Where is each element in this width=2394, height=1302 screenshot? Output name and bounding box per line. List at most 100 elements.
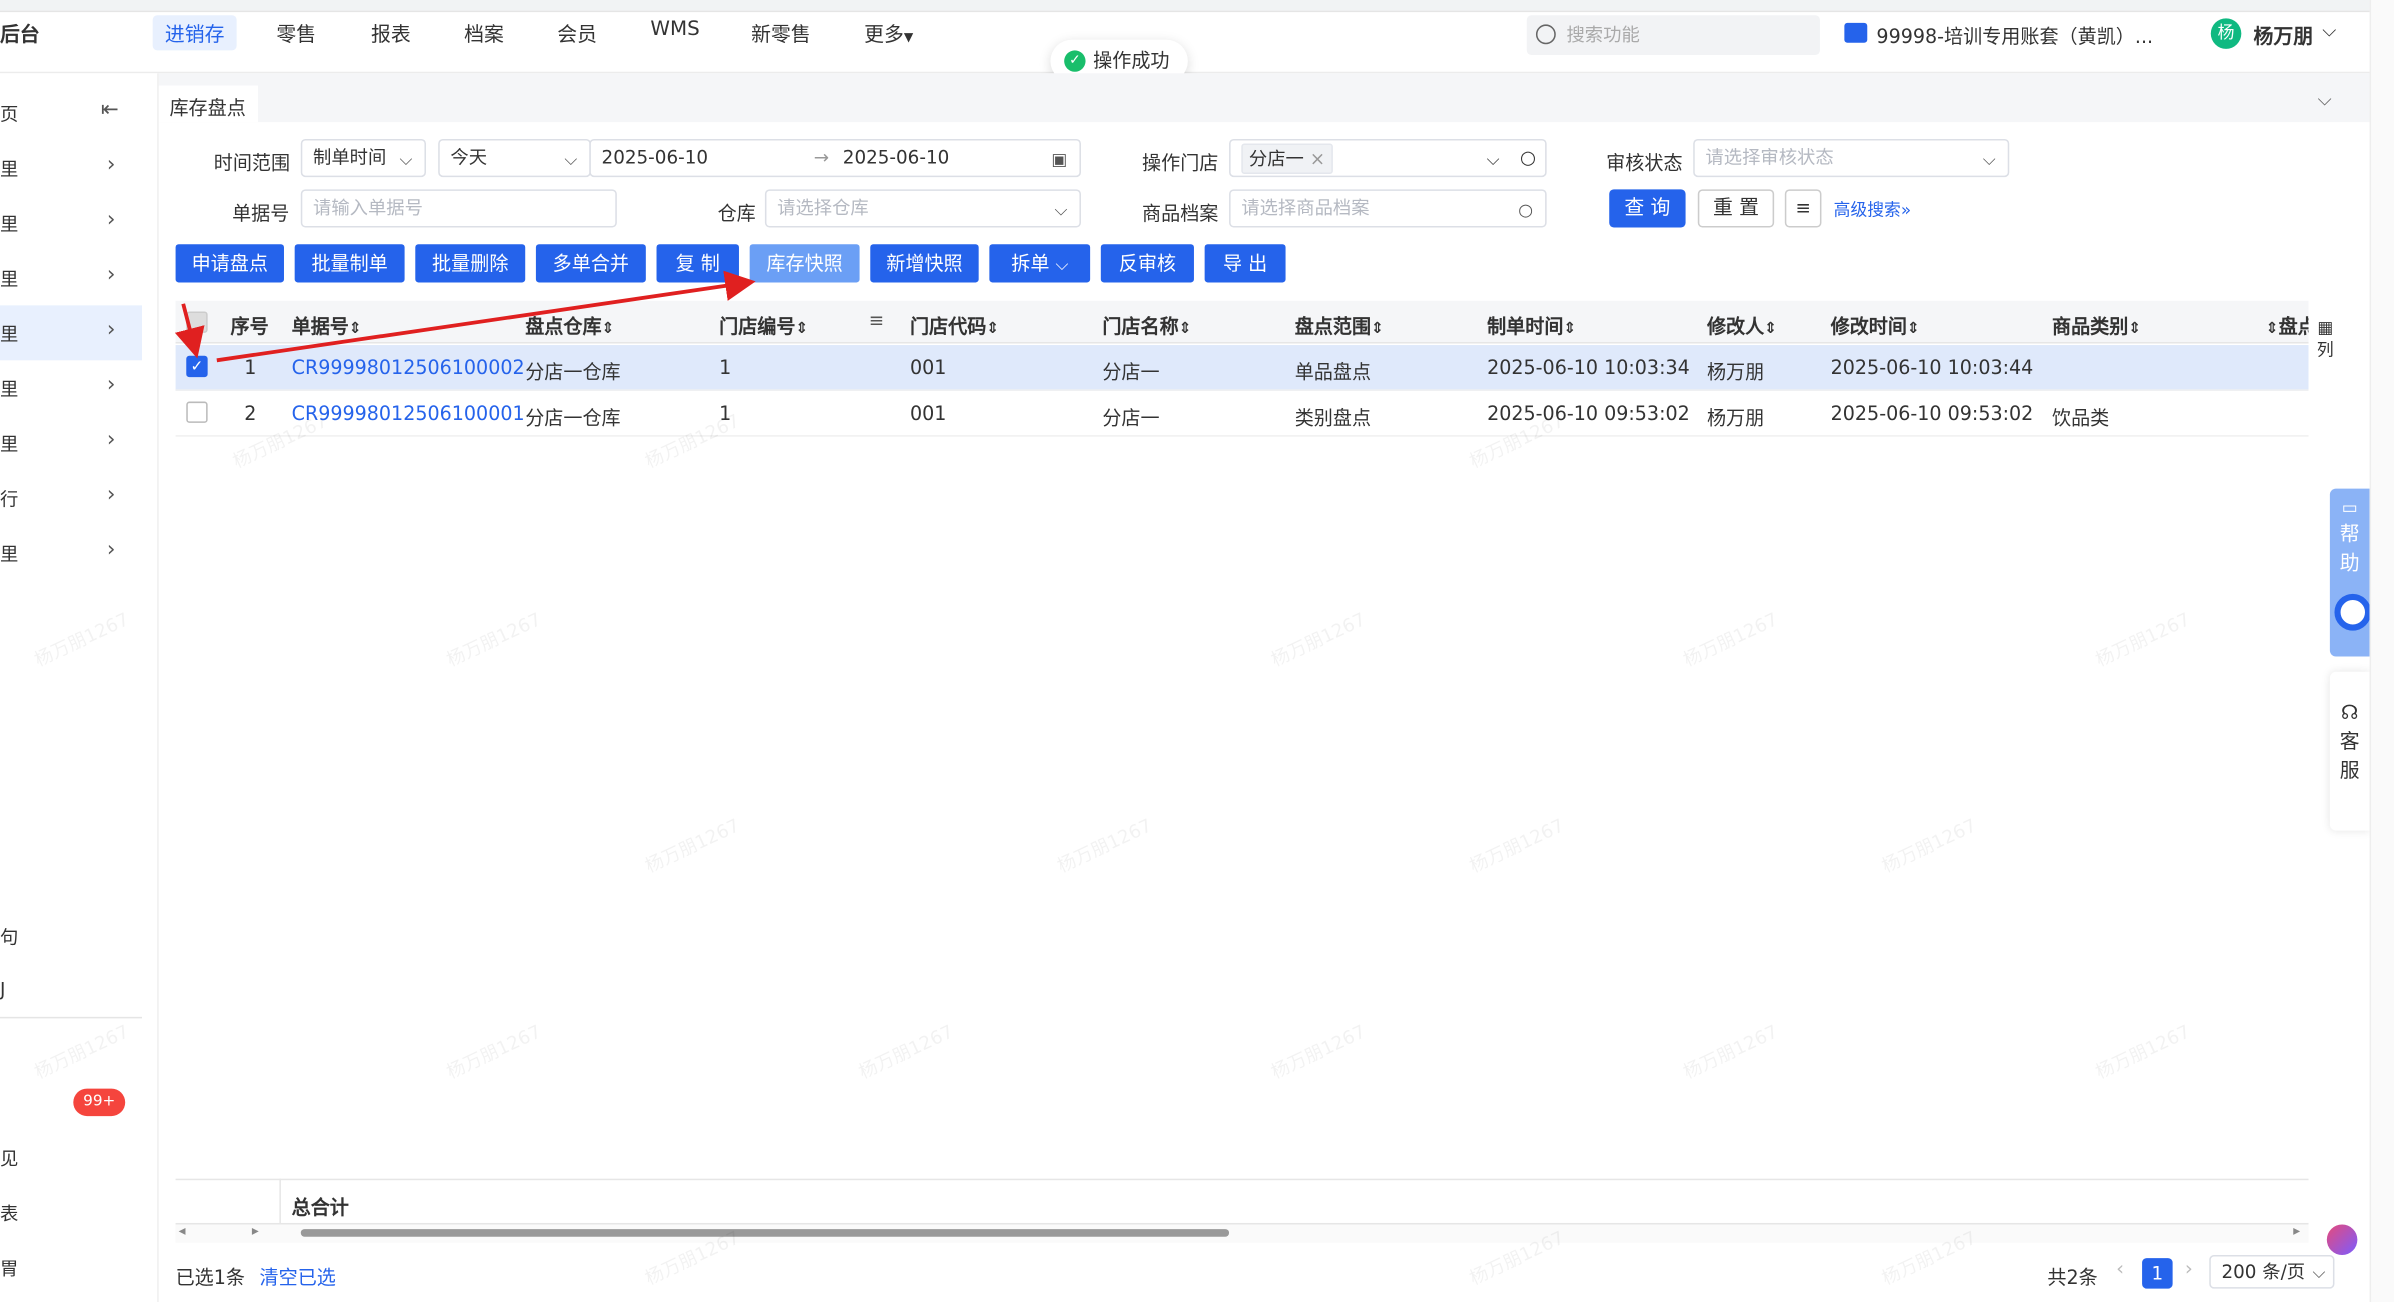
sidebar-item-1[interactable]: 里 › <box>0 140 142 195</box>
chevron-down-icon[interactable]: ⌵ <box>2322 20 2336 43</box>
account-selector[interactable]: 99998-培训专用账套（黄凯）... <box>1876 20 2153 49</box>
sidebar-lower-item[interactable]: 表 <box>0 1200 18 1226</box>
merge-orders-button[interactable]: 多单合并 <box>535 244 646 283</box>
reverse-audit-button[interactable]: 反审核 <box>1100 244 1194 283</box>
col-created-time[interactable]: 制单时间⇕ <box>1487 310 1576 339</box>
row-checkbox[interactable]: ✓ <box>186 355 208 378</box>
sort-icon: ⇕ <box>348 320 362 338</box>
nav-reports[interactable]: 报表 <box>359 15 423 50</box>
sidebar-item-home[interactable]: 页 ⇤ <box>0 86 142 141</box>
table-header <box>175 300 2309 344</box>
nav-archive[interactable]: 档案 <box>452 15 516 50</box>
scroll-left-icon[interactable]: ◂ <box>179 1224 186 1239</box>
chevron-down-icon[interactable]: ⌵ <box>2318 89 2332 112</box>
goods-select[interactable]: 请选择商品档案 ○ <box>1229 189 1547 228</box>
quick-date-select[interactable]: 今天 ⌵ <box>438 138 591 178</box>
next-page-icon[interactable]: › <box>2185 1258 2193 1281</box>
advanced-search-link[interactable]: 高级搜索» <box>1834 197 1911 221</box>
doc-no-input[interactable]: 请输入单据号 <box>300 189 617 228</box>
warehouse-select[interactable]: 请选择仓库 ⌵ <box>764 189 1081 228</box>
scroll-right-icon[interactable]: ▸ <box>2293 1224 2300 1239</box>
function-search-input[interactable]: 搜索功能 <box>1526 15 1820 55</box>
chevron-down-icon: ⌵ <box>1486 149 1500 170</box>
sidebar-item-7[interactable]: 行 › <box>0 470 142 525</box>
page-scrollbar[interactable] <box>2369 0 2394 1302</box>
sidebar-item-6[interactable]: 里 › <box>0 415 142 470</box>
nav-retail[interactable]: 零售 <box>264 15 328 50</box>
store-select[interactable]: 分店一 × ⌵ ○ <box>1229 138 1547 178</box>
col-modified-time[interactable]: 修改时间⇕ <box>1831 310 1920 339</box>
sidebar-item-2[interactable]: 里 › <box>0 195 142 250</box>
clear-selection-link[interactable]: 清空已选 <box>260 1261 336 1290</box>
nav-member[interactable]: 会员 <box>545 15 609 50</box>
page-size-select[interactable]: 200 条/页 ⌵ <box>2209 1255 2335 1289</box>
cell-store-name: 分店一 <box>1102 360 1160 384</box>
export-button[interactable]: 导 出 <box>1204 244 1286 283</box>
sidebar-lower-item[interactable]: J <box>0 979 5 1000</box>
toast-text: 操作成功 <box>1093 48 1170 72</box>
nav-jinxiaocun[interactable]: 进销存 <box>152 15 237 51</box>
sidebar-lower-item[interactable]: 胃 <box>0 1255 18 1281</box>
page-number-current[interactable]: 1 <box>2142 1258 2173 1289</box>
reset-button[interactable]: 重 置 <box>1697 189 1775 228</box>
col-check[interactable]: ⇕盘点 <box>2266 310 2309 339</box>
sidebar-lower-item[interactable]: 句 <box>0 924 18 950</box>
column-settings[interactable]: ▦ 列 <box>2315 316 2336 362</box>
col-warehouse[interactable]: 盘点仓库⇕ <box>525 310 614 339</box>
collapse-sidebar-icon[interactable]: ⇤ <box>101 98 119 122</box>
add-snapshot-button[interactable]: 新增快照 <box>870 244 979 283</box>
nav-more[interactable]: 更多▼ <box>852 15 926 50</box>
tab-inventory-check[interactable]: 库存盘点 <box>158 85 259 123</box>
ai-assistant-icon[interactable] <box>2326 1224 2358 1256</box>
scrollbar-thumb[interactable] <box>300 1229 1230 1237</box>
col-category[interactable]: 商品类别⇕ <box>2052 310 2141 339</box>
nav-wms[interactable]: WMS <box>638 15 712 44</box>
help-panel[interactable]: ▭ 帮 助 <box>2329 488 2370 657</box>
batch-delete-button[interactable]: 批量删除 <box>415 244 526 283</box>
sidebar-item-4[interactable]: 里 › <box>0 305 142 361</box>
notification-badge[interactable]: 99+ <box>73 1088 126 1117</box>
user-name[interactable]: 杨万朋 <box>2254 20 2314 49</box>
audit-status-select[interactable]: 请选择审核状态 ⌵ <box>1693 138 2010 178</box>
list-settings-icon[interactable]: ≡ <box>1784 189 1822 228</box>
date-range-picker[interactable]: 2025-06-10 → 2025-06-10 ▣ <box>589 138 1081 178</box>
sidebar-item-3[interactable]: 里 › <box>0 250 142 305</box>
cell-warehouse: 分店一仓库 <box>525 406 621 430</box>
row-checkbox[interactable] <box>186 401 208 423</box>
batch-create-button[interactable]: 批量制单 <box>294 244 405 283</box>
copy-button[interactable]: 复 制 <box>656 244 739 283</box>
col-store-name[interactable]: 门店名称⇕ <box>1102 310 1191 339</box>
col-store-code[interactable]: 门店代码⇕ <box>910 310 999 339</box>
col-scope[interactable]: 盘点范围⇕ <box>1295 310 1384 339</box>
store-label: 操作门店 <box>1142 151 1219 175</box>
close-icon[interactable]: × <box>1310 148 1325 169</box>
avatar[interactable]: 杨 <box>2210 18 2242 49</box>
apply-check-button[interactable]: 申请盘点 <box>175 244 284 283</box>
search-icon[interactable]: ○ <box>1520 140 1536 175</box>
col-label: 门店代码 <box>909 314 987 338</box>
query-button[interactable]: 查 询 <box>1609 189 1686 228</box>
stock-snapshot-button[interactable]: 库存快照 <box>749 244 860 283</box>
time-type-select[interactable]: 制单时间 ⌵ <box>300 138 426 178</box>
select-all-checkbox[interactable] <box>186 311 208 333</box>
warehouse-placeholder: 请选择仓库 <box>777 196 869 219</box>
sidebar-item-8[interactable]: 里 › <box>0 525 142 580</box>
cell-warehouse: 分店一仓库 <box>525 360 621 384</box>
sidebar-item-5[interactable]: 里 › <box>0 360 142 415</box>
sidebar-item-label: 里 <box>0 433 19 455</box>
warehouse-label: 仓库 <box>717 201 756 225</box>
scroll-right-icon[interactable]: ▸ <box>252 1224 259 1239</box>
col-store-no[interactable]: 门店编号⇕ <box>719 310 808 339</box>
column-menu-icon[interactable]: ≡ <box>869 310 884 331</box>
sidebar-lower-item[interactable]: 见 <box>0 1145 18 1171</box>
split-order-dropdown[interactable]: 拆单 ⌵ <box>989 244 1091 283</box>
col-doc-no[interactable]: 单据号⇕ <box>292 310 362 339</box>
cell-store-no: 1 <box>719 355 732 379</box>
cell-doc-link[interactable]: CR99998012506100002 <box>292 356 525 379</box>
assistant-icon[interactable] <box>2334 593 2372 631</box>
col-modifier[interactable]: 修改人⇕ <box>1707 310 1777 339</box>
prev-page-icon[interactable]: ‹ <box>2116 1258 2124 1281</box>
col-label: 商品类别 <box>2052 314 2129 338</box>
nav-new-retail[interactable]: 新零售 <box>739 15 823 50</box>
customer-service-panel[interactable]: ☊ 客 服 <box>2329 671 2370 831</box>
